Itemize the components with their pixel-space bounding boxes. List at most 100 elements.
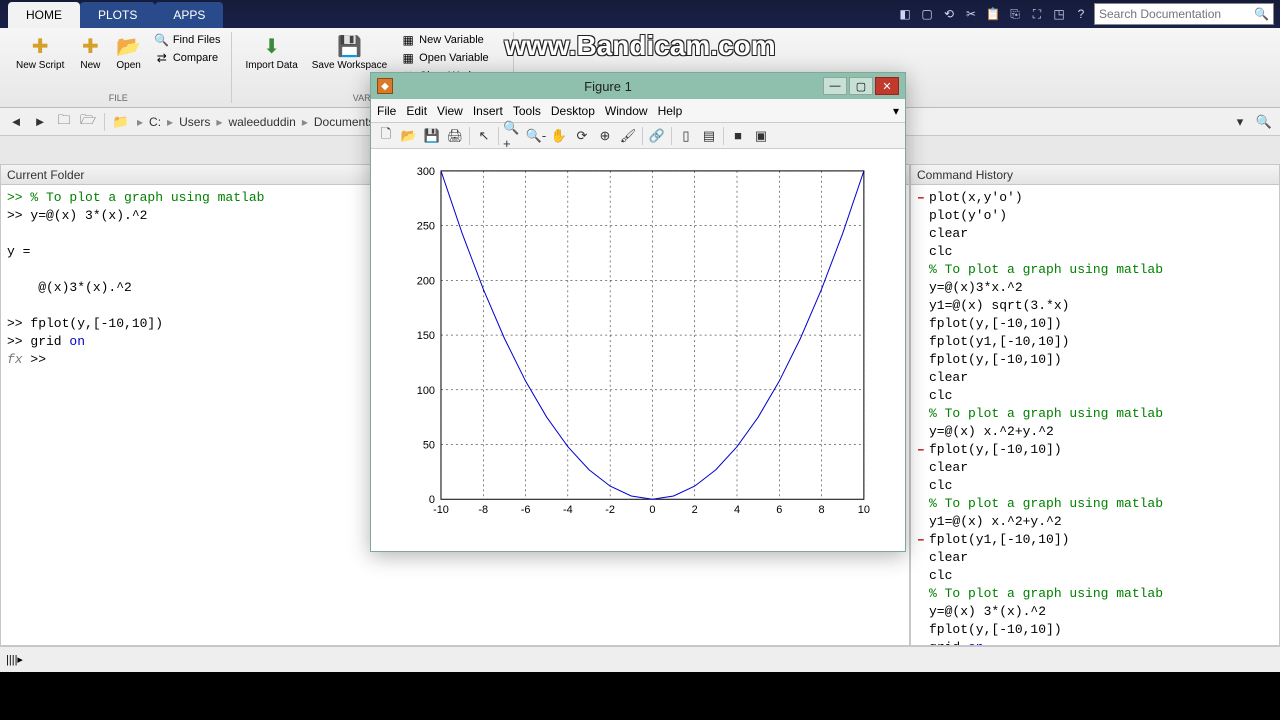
bc-documents[interactable]: Documents <box>312 115 377 129</box>
history-item[interactable]: clear <box>917 369 1273 387</box>
save-ws-icon: 💾 <box>337 34 361 58</box>
history-item[interactable]: y=@(x)3*x.^2 <box>917 279 1273 297</box>
new-fig-icon[interactable]: 🗋 <box>375 126 397 146</box>
menu-edit[interactable]: Edit <box>406 104 427 118</box>
toolbar-sep-1 <box>469 127 470 145</box>
bc-users[interactable]: Users <box>177 115 212 129</box>
history-item[interactable]: –plot(x,y'o') <box>917 189 1273 207</box>
find-files-button[interactable]: 🔍 Find Files <box>151 32 225 48</box>
show-tools-icon[interactable]: ▣ <box>750 126 772 146</box>
menu-collapse-icon[interactable]: ▾ <box>893 104 899 118</box>
zoom-out-icon[interactable]: 🔍- <box>525 126 547 146</box>
menu-view[interactable]: View <box>437 104 463 118</box>
qat-icon-2[interactable]: ▢ <box>918 5 936 23</box>
tab-home[interactable]: HOME <box>8 2 80 28</box>
search-documentation[interactable]: 🔍 <box>1094 3 1274 25</box>
figure-window[interactable]: ◆ Figure 1 — ▢ ✕ File Edit View Insert T… <box>370 72 906 552</box>
command-history-header[interactable]: Command History <box>911 165 1279 185</box>
pan-icon[interactable]: ✋ <box>548 126 570 146</box>
hide-tools-icon[interactable]: ■ <box>727 126 749 146</box>
minimize-button[interactable]: — <box>823 77 847 95</box>
menu-insert[interactable]: Insert <box>473 104 503 118</box>
maximize-button[interactable]: ▢ <box>849 77 873 95</box>
search-icon[interactable]: 🔍 <box>1254 7 1269 21</box>
pointer-icon[interactable]: ↖ <box>473 126 495 146</box>
history-item[interactable]: fplot(y,[-10,10]) <box>917 621 1273 639</box>
qat-icon-3[interactable]: ⟲ <box>940 5 958 23</box>
tab-plots[interactable]: PLOTS <box>80 2 155 28</box>
history-item[interactable]: fplot(y,[-10,10]) <box>917 351 1273 369</box>
history-item[interactable]: clc <box>917 477 1273 495</box>
menu-desktop[interactable]: Desktop <box>551 104 595 118</box>
import-data-button[interactable]: ⬇ Import Data <box>242 32 302 73</box>
rotate-icon[interactable]: ⟳ <box>571 126 593 146</box>
qat-icon-8[interactable]: ◳ <box>1050 5 1068 23</box>
link-icon[interactable]: 🔗 <box>646 126 668 146</box>
history-item[interactable]: –fplot(y1,[-10,10]) <box>917 531 1273 549</box>
close-button[interactable]: ✕ <box>875 77 899 95</box>
colorbar-icon[interactable]: ▯ <box>675 126 697 146</box>
history-item[interactable]: clc <box>917 243 1273 261</box>
history-item[interactable]: –fplot(y,[-10,10]) <box>917 441 1273 459</box>
new-variable-button[interactable]: ▦New Variable <box>397 32 507 48</box>
toolbar-sep-2 <box>498 127 499 145</box>
up-folder-button[interactable]: 🗀 <box>54 112 74 132</box>
open-button[interactable]: 📂 Open <box>112 32 144 73</box>
history-item[interactable]: clear <box>917 459 1273 477</box>
history-item[interactable]: % To plot a graph using matlab <box>917 261 1273 279</box>
group-file-label: FILE <box>109 92 128 103</box>
compare-button[interactable]: ⇄Compare <box>151 50 225 66</box>
menu-file[interactable]: File <box>377 104 396 118</box>
forward-button[interactable]: ► <box>30 112 50 132</box>
browse-button[interactable]: 🗁 <box>78 112 98 132</box>
bc-user[interactable]: waleeduddin <box>226 115 297 129</box>
qat-icon-5[interactable]: 📋 <box>984 5 1002 23</box>
qat-icon-7[interactable]: ⛶ <box>1028 5 1046 23</box>
find-files-icon: 🔍 <box>155 33 169 47</box>
history-item[interactable]: y1=@(x) x.^2+y.^2 <box>917 513 1273 531</box>
qat-icon-1[interactable]: ◧ <box>896 5 914 23</box>
history-item[interactable]: % To plot a graph using matlab <box>917 405 1273 423</box>
qat-icon-6[interactable]: ⎘ <box>1006 5 1024 23</box>
back-button[interactable]: ◄ <box>6 112 26 132</box>
search-input[interactable] <box>1099 7 1254 21</box>
open-fig-icon[interactable]: 📂 <box>398 126 420 146</box>
datatip-icon[interactable]: ⊕ <box>594 126 616 146</box>
history-item[interactable]: y1=@(x) sqrt(3.*x) <box>917 297 1273 315</box>
history-item[interactable]: plot(y'o') <box>917 207 1273 225</box>
zoom-in-icon[interactable]: 🔍+ <box>502 126 524 146</box>
history-item[interactable]: clear <box>917 549 1273 567</box>
help-icon[interactable]: ? <box>1072 5 1090 23</box>
qat-icon-4[interactable]: ✂ <box>962 5 980 23</box>
save-workspace-button[interactable]: 💾 Save Workspace <box>308 32 391 73</box>
history-item[interactable]: % To plot a graph using matlab <box>917 495 1273 513</box>
dropdown-icon[interactable]: ▾ <box>1230 112 1250 132</box>
command-history-body[interactable]: –plot(x,y'o')plot(y'o')clearclc% To plot… <box>911 185 1279 645</box>
svg-text:50: 50 <box>423 440 435 452</box>
save-fig-icon[interactable]: 💾 <box>421 126 443 146</box>
history-item[interactable]: y=@(x) 3*(x).^2 <box>917 603 1273 621</box>
history-item[interactable]: fplot(y1,[-10,10]) <box>917 333 1273 351</box>
brush-icon[interactable]: 🖌 <box>617 126 639 146</box>
figure-axes[interactable]: -10-8-6-4-20246810050100150200250300 <box>371 151 905 551</box>
menu-window[interactable]: Window <box>605 104 648 118</box>
history-item[interactable]: % To plot a graph using matlab <box>917 585 1273 603</box>
history-item[interactable]: grid on <box>917 639 1273 645</box>
legend-icon[interactable]: ▤ <box>698 126 720 146</box>
print-icon[interactable]: 🖨 <box>444 126 466 146</box>
history-item[interactable]: clear <box>917 225 1273 243</box>
history-item[interactable]: fplot(y,[-10,10]) <box>917 315 1273 333</box>
new-script-button[interactable]: ✚ New Script <box>12 32 68 73</box>
history-item[interactable]: clc <box>917 567 1273 585</box>
find-files-label: Find Files <box>173 34 221 46</box>
bc-drive[interactable]: C: <box>147 115 163 129</box>
search-path-icon[interactable]: 🔍 <box>1254 112 1274 132</box>
history-item[interactable]: clc <box>917 387 1273 405</box>
open-variable-button[interactable]: ▦Open Variable <box>397 50 507 66</box>
history-item[interactable]: y=@(x) x.^2+y.^2 <box>917 423 1273 441</box>
tab-apps[interactable]: APPS <box>155 2 223 28</box>
figure-titlebar[interactable]: ◆ Figure 1 — ▢ ✕ <box>371 73 905 99</box>
new-button[interactable]: ✚ New <box>74 32 106 73</box>
menu-help[interactable]: Help <box>658 104 683 118</box>
menu-tools[interactable]: Tools <box>513 104 541 118</box>
